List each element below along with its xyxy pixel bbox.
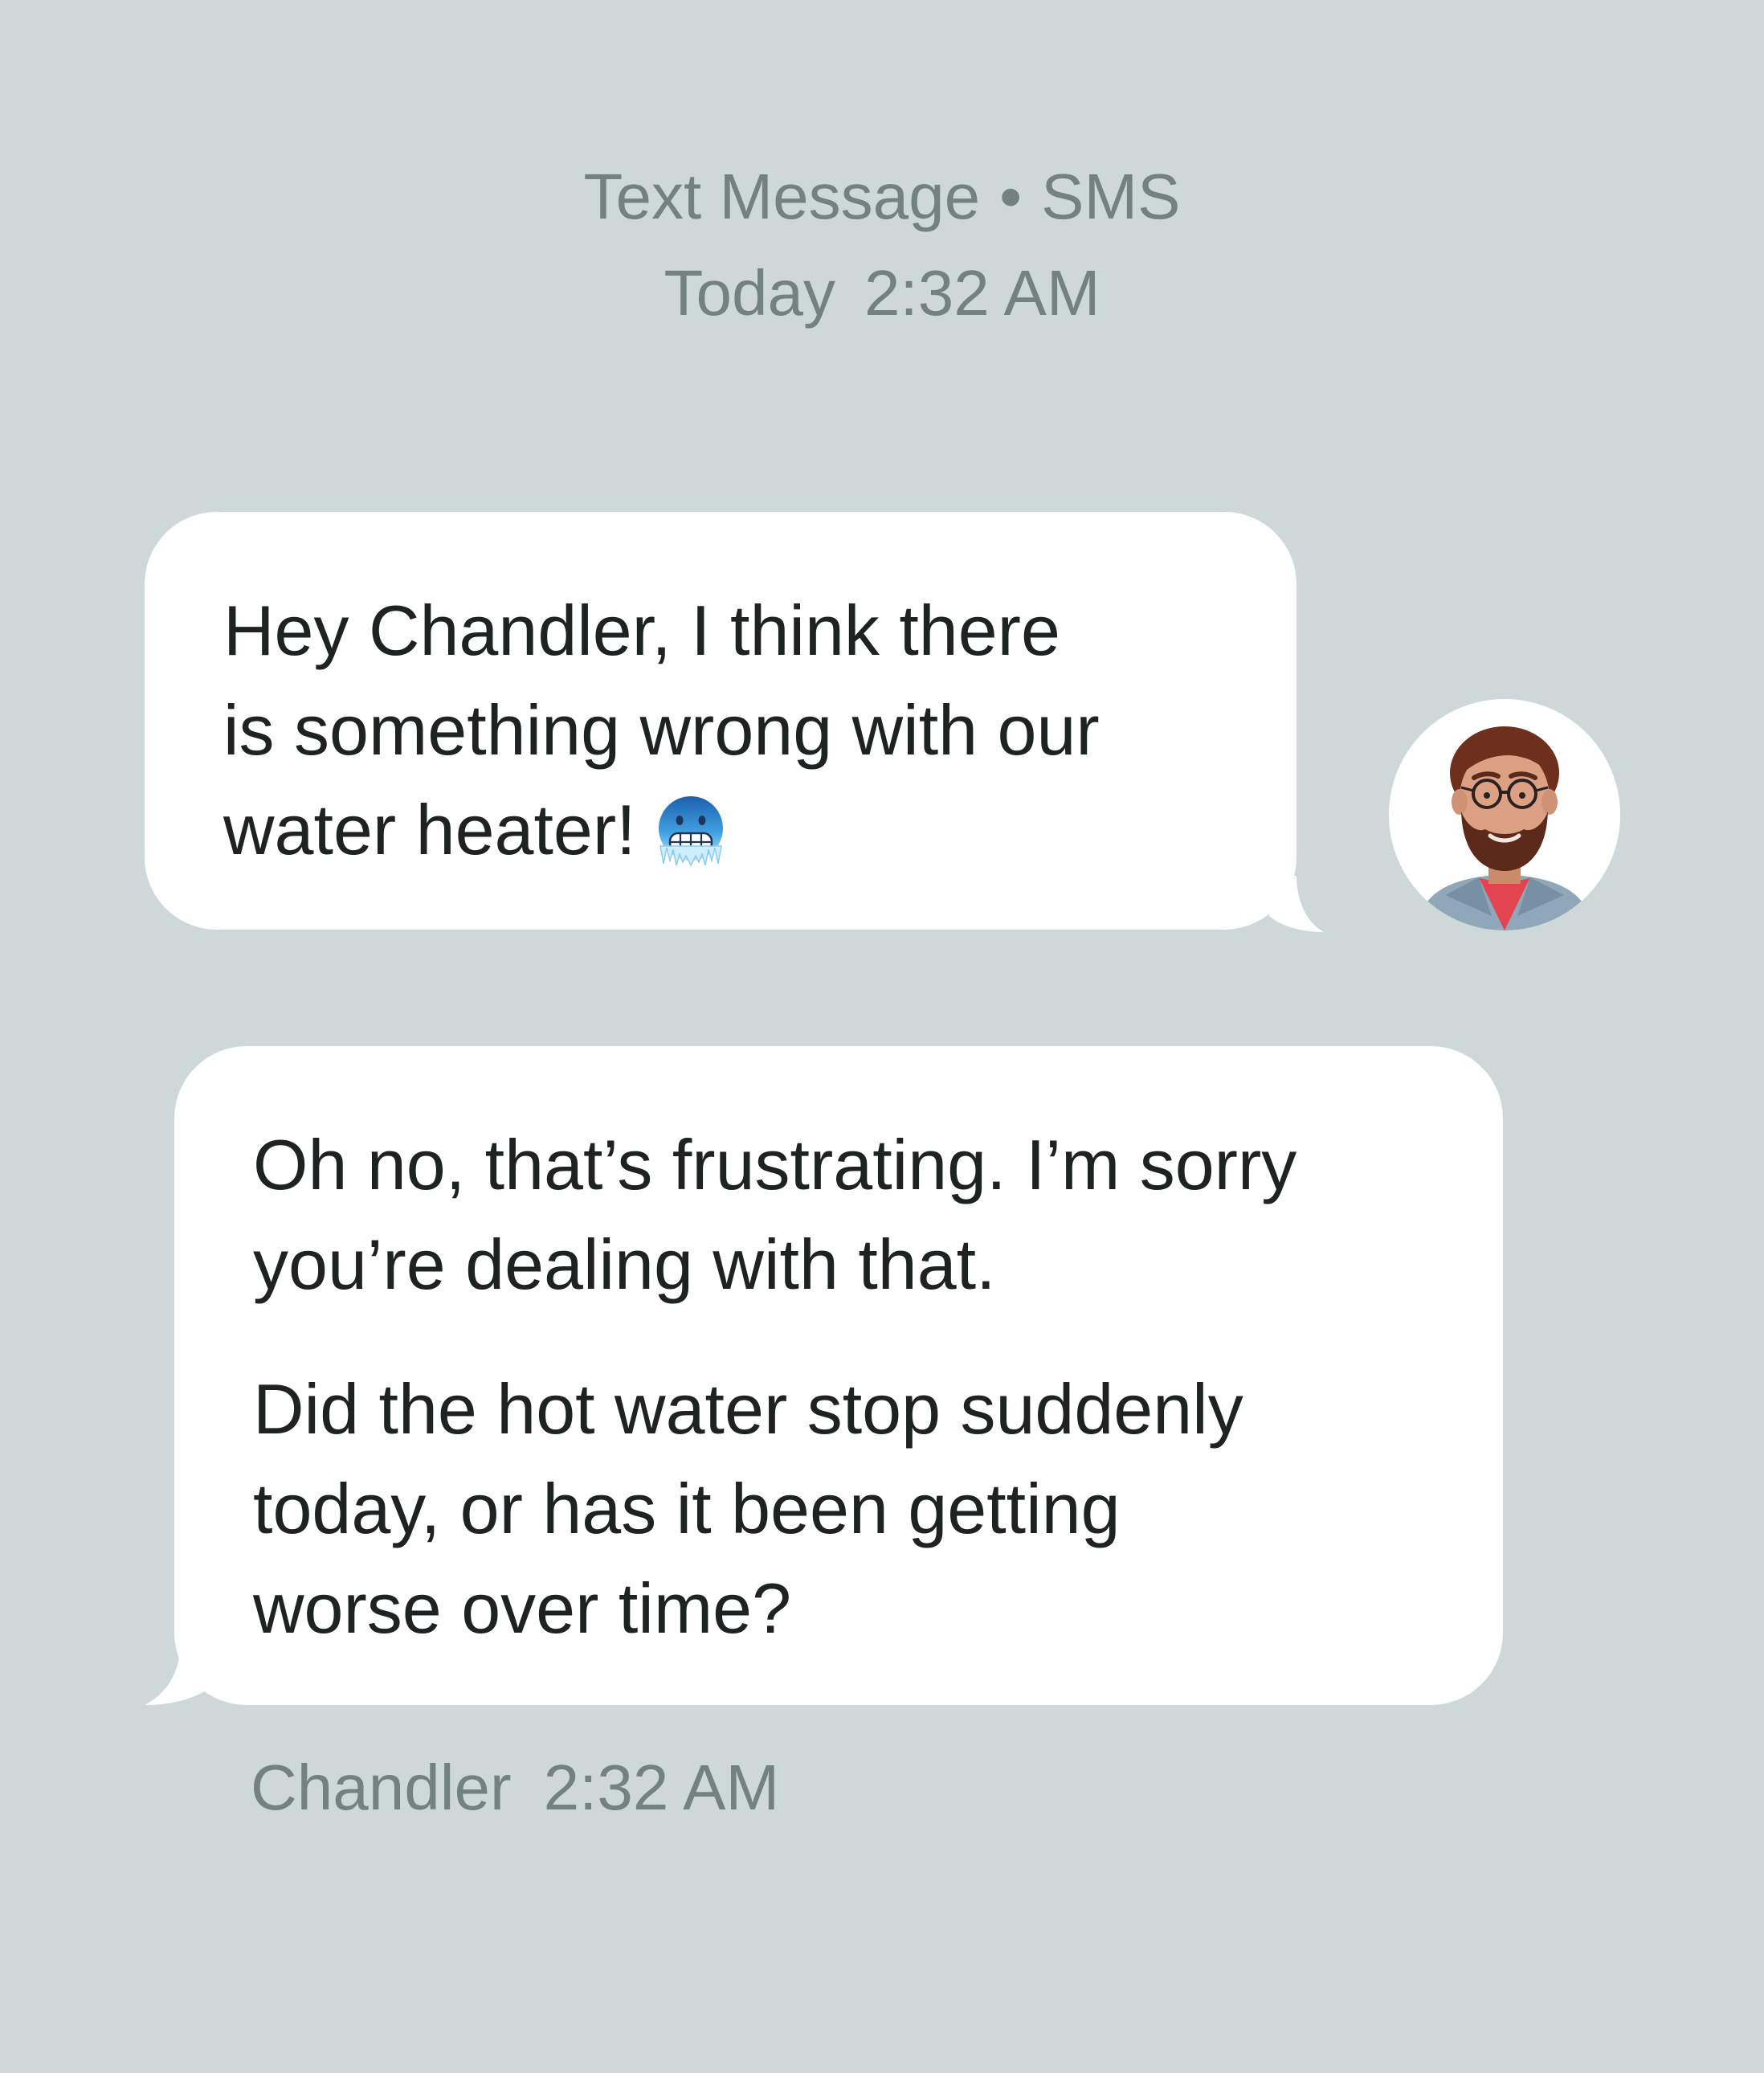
channel-line: Text Message • SMS [0, 149, 1764, 245]
message-line: water heater! [223, 780, 1232, 880]
conversation-header: Text Message • SMS Today 2:32 AM [0, 149, 1764, 341]
message-line: is something wrong with our [223, 690, 1100, 770]
message-line-text: water heater! [223, 790, 636, 869]
message-paragraph: Oh no, that’s frustrating. I’m sorry you… [253, 1115, 1455, 1315]
sender-name: Chandler [251, 1752, 512, 1823]
man-with-glasses-avatar [1389, 699, 1620, 930]
timestamp-day: Today [664, 257, 835, 329]
message-paragraph: Did the hot water stop suddenly today, o… [253, 1360, 1455, 1658]
message-line: worse over time? [253, 1568, 792, 1648]
message-line: Oh no, that’s frustrating. I’m sorry [253, 1125, 1297, 1204]
incoming-bubble-tail [1269, 876, 1324, 932]
message-line: today, or has it been getting [253, 1469, 1121, 1548]
message-meta: Chandler 2:32 AM [251, 1744, 779, 1832]
outgoing-bubble-tail [145, 1647, 209, 1705]
incoming-message-bubble[interactable]: Hey Chandler, I think there is something… [145, 512, 1296, 930]
message-line: Hey Chandler, I think there [223, 591, 1060, 670]
avatar[interactable] [1389, 699, 1620, 930]
channel-type: SMS [1041, 161, 1181, 232]
message-time: 2:32 AM [543, 1752, 780, 1823]
separator-dot: • [999, 161, 1023, 232]
channel-label: Text Message [583, 161, 981, 232]
cold-face-icon [652, 791, 729, 869]
outgoing-message-bubble[interactable]: Oh no, that’s frustrating. I’m sorry you… [174, 1046, 1503, 1705]
timestamp-line: Today 2:32 AM [0, 245, 1764, 341]
message-line: Did the hot water stop suddenly [253, 1369, 1243, 1449]
timestamp-time: 2:32 AM [864, 257, 1100, 329]
message-line: you’re dealing with that. [253, 1225, 996, 1304]
